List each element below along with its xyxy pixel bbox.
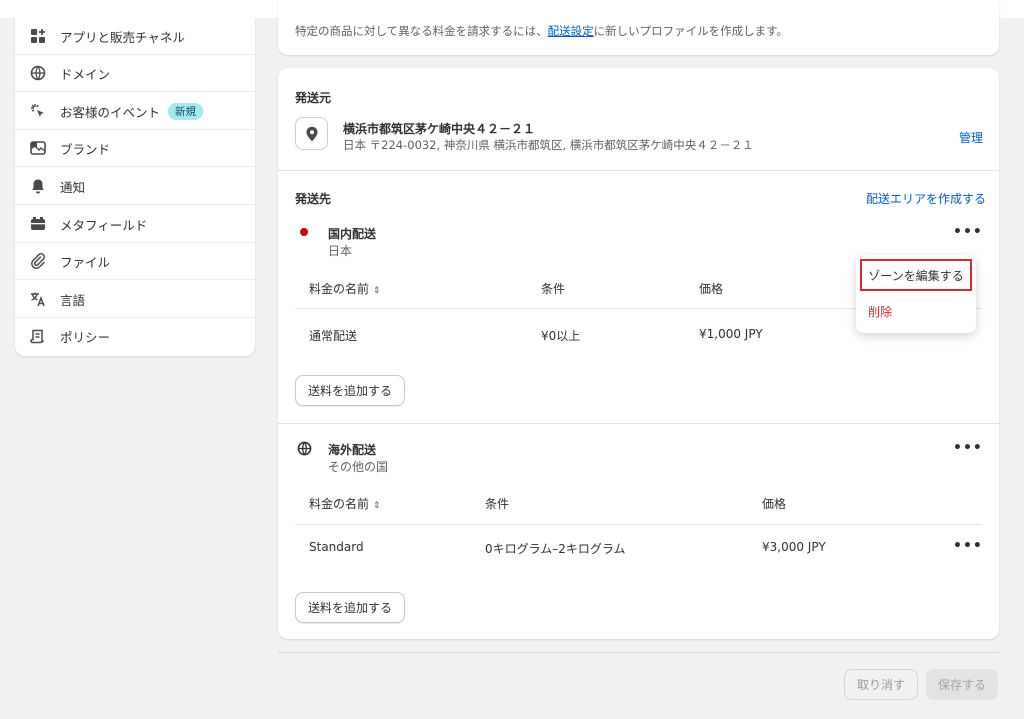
sidebar-item-label: ブランド — [60, 141, 111, 157]
rate-name-cell: Standard — [309, 540, 364, 554]
sidebar-item-policies[interactable]: ポリシー — [15, 318, 255, 355]
save-button[interactable]: 保存する — [926, 669, 998, 700]
sidebar-item-label: ファイル — [60, 254, 111, 270]
bell-icon — [29, 177, 47, 195]
zone-more-actions-button[interactable]: ••• — [953, 224, 983, 240]
manage-link[interactable]: 管理 — [959, 129, 983, 146]
profile-info-card: 特定の商品に対して異なる料金を請求するには、配送設定に新しいプロファイルを作成し… — [278, 0, 999, 55]
policy-icon — [29, 328, 47, 346]
rate-more-actions-button[interactable]: ••• — [953, 538, 983, 554]
rate-name-header[interactable]: 料金の名前 ⇕ — [309, 495, 380, 512]
shipping-settings-link[interactable]: 配送設定 — [548, 24, 594, 38]
settings-sidebar: アプリと販売チャネル ドメイン お客様のイベント 新規 ブランド 通知 メタフィ… — [15, 18, 255, 356]
sidebar-item-label: ポリシー — [60, 330, 111, 345]
origin-heading: 発送元 — [295, 91, 332, 105]
zone-countries: その他の国 — [328, 460, 389, 474]
brand-icon — [29, 139, 47, 157]
create-zone-link[interactable]: 配送エリアを作成する — [866, 190, 986, 207]
japan-flag-icon — [300, 228, 308, 236]
sidebar-item-label: メタフィールド — [60, 217, 148, 233]
sort-icon: ⇕ — [372, 501, 381, 511]
rate-condition-cell: 0キログラム–2キログラム — [485, 542, 626, 556]
sidebar-item-languages[interactable]: 言語 — [15, 281, 255, 318]
price-header: 価格 — [699, 282, 724, 296]
translate-icon — [29, 290, 47, 308]
origin-name: 横浜市都筑区茅ケ崎中央４２－２１ — [343, 122, 536, 136]
sidebar-item-domains[interactable]: ドメイン — [15, 55, 255, 92]
sort-icon: ⇕ — [372, 286, 381, 296]
sidebar-item-apps[interactable]: アプリと販売チャネル — [15, 18, 255, 55]
sidebar-item-notifications[interactable]: 通知 — [15, 168, 255, 205]
sidebar-item-label: 言語 — [60, 292, 86, 308]
sidebar-item-customer-events[interactable]: お客様のイベント 新規 — [15, 93, 255, 130]
divider — [278, 170, 999, 171]
sidebar-item-label: お客様のイベント — [60, 104, 161, 120]
cancel-button[interactable]: 取り消す — [844, 669, 918, 700]
sidebar-item-label: ドメイン — [60, 66, 111, 82]
price-header: 価格 — [762, 497, 787, 511]
zone-countries: 日本 — [328, 244, 353, 258]
footer-divider — [278, 652, 999, 653]
zone-more-actions-button[interactable]: ••• — [953, 440, 983, 456]
rate-name-header[interactable]: 料金の名前 ⇕ — [309, 280, 380, 297]
add-rate-button[interactable]: 送料を追加する — [295, 375, 405, 406]
destination-heading: 発送先 — [295, 192, 332, 206]
add-rate-button[interactable]: 送料を追加する — [295, 592, 405, 623]
origin-address: 日本 〒224-0032, 神奈川県 横浜市都筑区, 横浜市都筑区茅ケ崎中央４２… — [343, 138, 754, 152]
delete-zone-menu-item[interactable]: 削除 — [868, 303, 892, 320]
sidebar-item-metafields[interactable]: メタフィールド — [15, 206, 255, 243]
globe-icon — [29, 64, 47, 82]
edit-zone-menu-item[interactable]: ゾーンを編集する — [860, 259, 972, 291]
condition-header: 条件 — [485, 497, 510, 511]
location-pin-icon — [295, 117, 328, 150]
cursor-click-icon — [29, 102, 47, 120]
globe-icon — [297, 441, 312, 460]
info-text-before: 特定の商品に対して異なる料金を請求するには、 — [295, 24, 548, 38]
rate-price-cell: ¥1,000 JPY — [699, 327, 763, 341]
zone-name: 海外配送 — [328, 443, 377, 457]
apps-icon — [29, 27, 47, 45]
rate-condition-cell: ¥0以上 — [541, 329, 581, 343]
sidebar-item-label: 通知 — [60, 179, 86, 195]
condition-header: 条件 — [541, 282, 566, 296]
zone-name: 国内配送 — [328, 227, 377, 241]
sidebar-item-brand[interactable]: ブランド — [15, 130, 255, 167]
shipping-profile-card: 発送元 横浜市都筑区茅ケ崎中央４２－２１ 日本 〒224-0032, 神奈川県 … — [278, 68, 999, 639]
info-text-after: に新しいプロファイルを作成します。 — [593, 24, 789, 38]
paperclip-icon — [29, 252, 47, 270]
sidebar-item-label: アプリと販売チャネル — [60, 29, 185, 45]
divider — [278, 423, 999, 424]
rate-name-header-label: 料金の名前 — [309, 497, 370, 511]
sidebar-item-files[interactable]: ファイル — [15, 243, 255, 280]
zone-actions-menu: ゾーンを編集する 削除 — [856, 255, 976, 333]
rate-name-header-label: 料金の名前 — [309, 282, 370, 296]
rate-name-cell: 通常配送 — [309, 329, 358, 343]
new-badge: 新規 — [168, 102, 204, 120]
rate-price-cell: ¥3,000 JPY — [762, 540, 826, 554]
divider — [295, 524, 982, 525]
profile-info-text: 特定の商品に対して異なる料金を請求するには、配送設定に新しいプロファイルを作成し… — [295, 23, 788, 39]
metafield-icon — [29, 215, 47, 233]
